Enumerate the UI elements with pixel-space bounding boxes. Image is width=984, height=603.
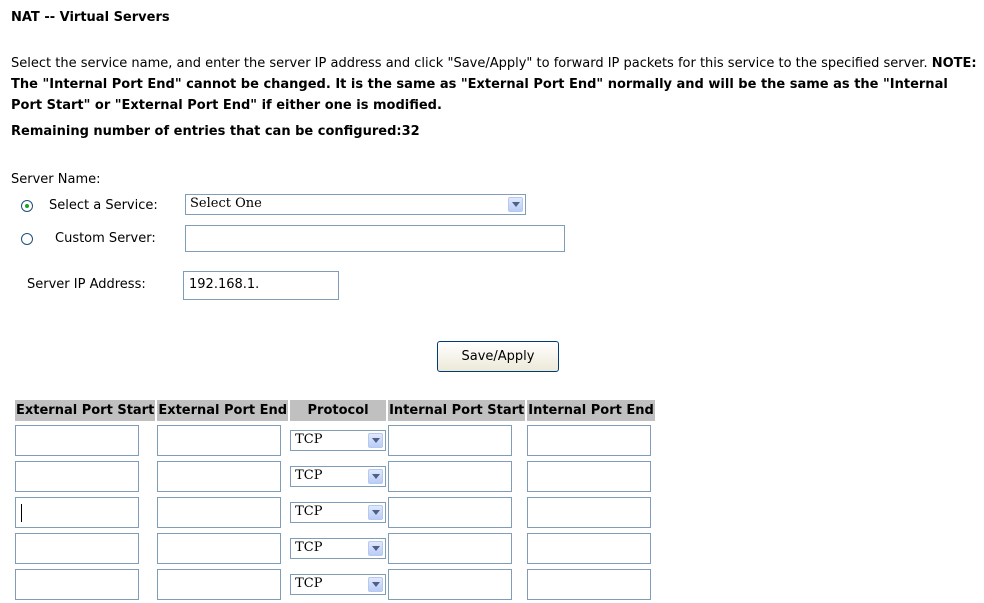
select-service-radio[interactable] xyxy=(21,200,33,212)
protocol-select[interactable]: TCP xyxy=(290,429,387,451)
internal-port-end-input[interactable] xyxy=(527,460,652,492)
server-name-label: Server Name: xyxy=(11,172,101,187)
external-port-end-input[interactable] xyxy=(157,424,282,456)
custom-server-input[interactable] xyxy=(185,225,565,252)
header-internal-port-start: Internal Port Start xyxy=(388,400,526,421)
chevron-down-icon[interactable] xyxy=(368,576,384,592)
remaining-entries: Remaining number of entries that can be … xyxy=(11,124,420,139)
server-ip-label: Server IP Address: xyxy=(27,277,146,292)
external-port-start-input[interactable] xyxy=(15,460,139,492)
external-port-start-input[interactable] xyxy=(15,424,139,456)
table-row: TCP xyxy=(15,423,655,457)
select-service-label: Select a Service: xyxy=(49,198,158,213)
chevron-down-icon[interactable] xyxy=(368,468,384,484)
page-title: NAT -- Virtual Servers xyxy=(11,10,170,25)
service-select[interactable]: Select One xyxy=(185,194,526,215)
internal-port-end-input[interactable] xyxy=(527,568,652,600)
protocol-select[interactable]: TCP xyxy=(290,501,387,523)
port-mapping-table: External Port Start External Port End Pr… xyxy=(13,398,657,603)
table-row: TCP xyxy=(15,495,655,529)
internal-port-start-input[interactable] xyxy=(388,568,513,600)
server-ip-input[interactable]: 192.168.1. xyxy=(183,271,339,300)
internal-port-start-input[interactable] xyxy=(388,460,513,492)
text-caret xyxy=(21,503,22,522)
custom-server-radio[interactable] xyxy=(21,233,33,245)
chevron-down-icon[interactable] xyxy=(368,540,384,556)
table-row: TCP xyxy=(15,567,655,601)
protocol-select[interactable]: TCP xyxy=(290,573,387,595)
external-port-end-input[interactable] xyxy=(157,568,282,600)
external-port-end-input[interactable] xyxy=(157,496,282,528)
page-description: Select the service name, and enter the s… xyxy=(11,53,981,116)
chevron-down-icon[interactable] xyxy=(508,197,523,212)
table-row: TCP xyxy=(15,531,655,565)
protocol-value: TCP xyxy=(295,503,323,519)
internal-port-end-input[interactable] xyxy=(527,496,652,528)
protocol-select[interactable]: TCP xyxy=(290,465,387,487)
external-port-start-input[interactable] xyxy=(15,568,139,600)
description-intro: Select the service name, and enter the s… xyxy=(11,56,932,71)
header-internal-port-end: Internal Port End xyxy=(527,400,655,421)
header-protocol: Protocol xyxy=(290,400,387,421)
header-external-port-end: External Port End xyxy=(157,400,289,421)
internal-port-start-input[interactable] xyxy=(388,424,513,456)
internal-port-end-input[interactable] xyxy=(527,532,652,564)
radio-selected-icon xyxy=(25,204,29,208)
internal-port-start-input[interactable] xyxy=(388,496,513,528)
internal-port-end-input[interactable] xyxy=(527,424,652,456)
external-port-start-input[interactable] xyxy=(15,496,139,528)
table-row: TCP xyxy=(15,459,655,493)
protocol-value: TCP xyxy=(295,467,323,483)
custom-server-label: Custom Server: xyxy=(55,231,156,246)
protocol-value: TCP xyxy=(295,431,323,447)
external-port-end-input[interactable] xyxy=(157,532,282,564)
server-ip-value: 192.168.1. xyxy=(189,277,260,292)
protocol-value: TCP xyxy=(295,539,323,555)
chevron-down-icon[interactable] xyxy=(368,504,384,520)
save-apply-button[interactable]: Save/Apply xyxy=(437,341,559,372)
protocol-value: TCP xyxy=(295,575,323,591)
service-select-value: Select One xyxy=(190,196,262,211)
internal-port-start-input[interactable] xyxy=(388,532,513,564)
protocol-select[interactable]: TCP xyxy=(290,537,387,559)
table-header-row: External Port Start External Port End Pr… xyxy=(15,400,655,421)
external-port-start-input[interactable] xyxy=(15,532,139,564)
chevron-down-icon[interactable] xyxy=(368,432,384,448)
external-port-end-input[interactable] xyxy=(157,460,282,492)
header-external-port-start: External Port Start xyxy=(15,400,156,421)
